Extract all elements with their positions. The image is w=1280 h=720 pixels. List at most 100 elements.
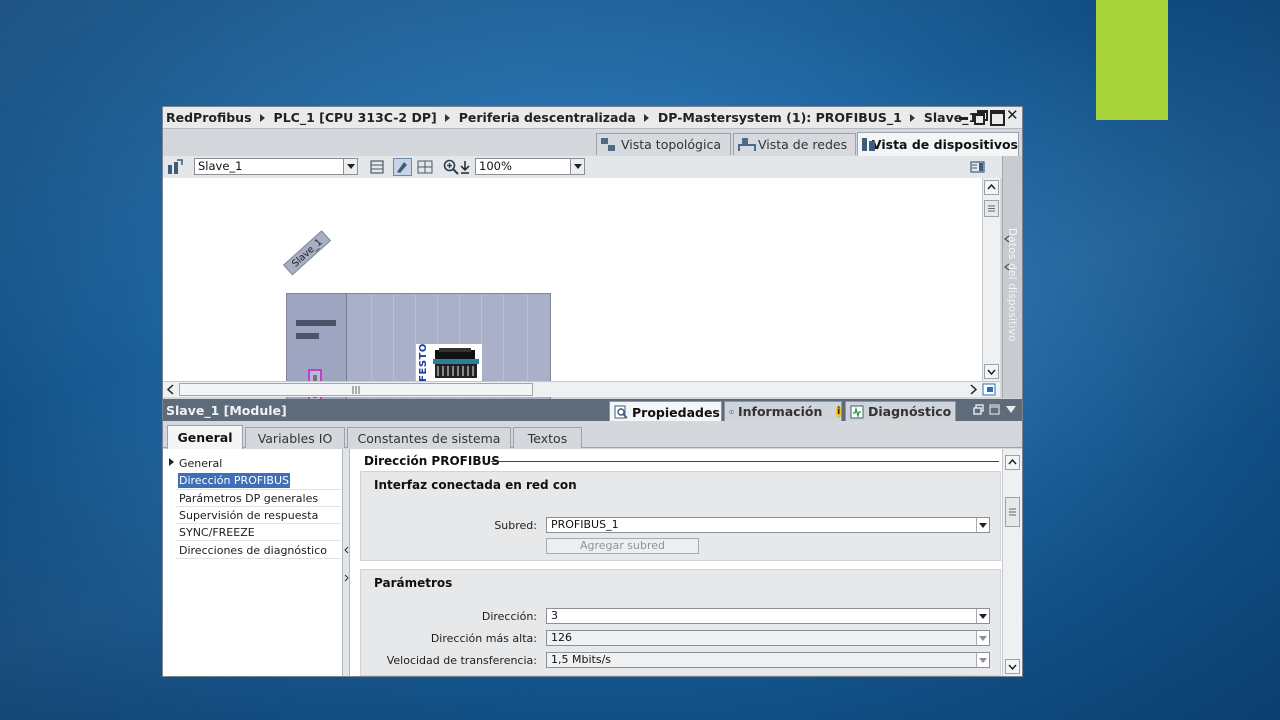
breadcrumb-item-plc[interactable]: PLC_1 [CPU 313C-2 DP] [274,110,437,125]
subnet-select[interactable]: PROFIBUS_1 [546,517,990,533]
collapse-panel-icon[interactable] [1005,404,1017,415]
nav-item-sync-freeze[interactable]: SYNC/FREEZE [178,525,256,540]
close-icon[interactable]: ✕ [1006,108,1019,123]
transfer-speed-select: 1,5 Mbits/s [546,652,990,668]
highest-address-value: 126 [551,631,572,644]
breadcrumb-item-project[interactable]: RedProfibus [166,110,252,125]
terminal-block-icon [431,346,481,380]
nav-item-profibus-address[interactable]: Dirección PROFIBUS [176,472,292,489]
chevron-down-icon[interactable] [570,159,584,174]
info-badge-icon: i [836,405,841,418]
float-panel-icon[interactable] [973,404,984,415]
slave-tag[interactable]: Slave_1 [283,230,332,276]
chevron-down-icon[interactable] [343,159,357,174]
chevron-down-icon [976,631,989,645]
zoom-in-icon[interactable] [443,159,459,175]
device-overview-icon[interactable] [167,159,183,175]
festo-module-image[interactable]: FESTO [416,343,482,382]
section-divider [491,461,999,462]
minimize-icon[interactable] [958,110,969,121]
transfer-speed-label: Velocidad de transferencia: [386,654,537,667]
splitter-arrows-icon[interactable] [344,545,349,585]
network-icon [738,138,756,151]
breadcrumb-arrow-icon [259,113,265,122]
zoom-navigator-icon[interactable] [982,383,996,396]
expand-arrow-icon[interactable] [169,458,174,466]
tab-label: Vista de dispositivos [871,137,1018,152]
address-select[interactable]: 3 [546,608,990,624]
inspector-title-bar: Slave_1 [Module] Propiedades Información… [163,399,1022,422]
nav-divider [176,558,341,559]
tab-label: Diagnóstico [868,404,952,419]
subnet-label: Subred: [494,519,537,532]
section-title: Dirección PROFIBUS [364,454,500,468]
group-title: Interfaz conectada en red con [374,478,577,492]
window-controls: ✕ [958,108,1019,126]
group-parameters: Parámetros Dirección: 3 Dirección más al… [360,569,1001,676]
device-select[interactable]: Slave_1 [194,158,358,175]
tab-information[interactable]: Información i [724,401,842,421]
diagnostics-icon [850,405,864,419]
scroll-up-button[interactable] [1005,455,1020,470]
tab-system-constants[interactable]: Constantes de sistema [347,427,511,448]
device-data-side-panel[interactable]: Datos del dispositivo [1002,156,1022,398]
zoom-select[interactable]: 100% [475,158,585,175]
nav-divider [176,489,341,490]
page-layout-icon[interactable] [369,159,385,175]
scroll-thumb[interactable] [1005,497,1020,527]
chevron-down-icon[interactable] [976,518,989,532]
properties-icon [614,405,628,419]
property-sub-tabs: General Variables IO Constantes de siste… [163,421,1022,449]
nav-divider [176,540,341,541]
device-canvas[interactable]: Slave_1 FESTO [163,178,982,431]
canvas-vertical-scrollbar[interactable] [982,178,1000,381]
topology-icon [601,138,615,151]
panel-toggle-icon[interactable] [970,159,986,175]
horizontal-scroll-thumb[interactable] [179,383,533,396]
nav-item-general[interactable]: General [178,456,223,471]
tab-properties[interactable]: Propiedades [609,401,722,422]
grid-icon[interactable] [417,159,433,175]
restore-icon[interactable] [974,110,988,125]
nav-item-dp-parameters[interactable]: Parámetros DP generales [178,491,319,506]
scroll-left-icon[interactable] [166,384,176,395]
tia-portal-window: RedProfibus PLC_1 [CPU 313C-2 DP] Perife… [162,106,1023,677]
view-tabs: Vista topológica Vista de redes Vista de… [163,130,1022,156]
information-icon [729,409,734,414]
tab-label: Información [737,404,823,419]
property-navigation: General Dirección PROFIBUS Parámetros DP… [163,449,343,676]
scroll-down-button[interactable] [1005,659,1020,674]
zoom-arrow-icon[interactable] [460,159,470,175]
tab-diagnostics[interactable]: Diagnóstico [845,401,956,421]
chevron-down-icon[interactable] [976,609,989,623]
module-label-bar [296,333,319,339]
tab-texts[interactable]: Textos [513,427,582,448]
scroll-thumb[interactable] [984,200,999,217]
maximize-icon[interactable] [990,110,1005,126]
scroll-down-button[interactable] [984,364,999,379]
tab-label: Vista topológica [621,137,721,152]
tab-label: Vista de redes [758,137,848,152]
tab-topology-view[interactable]: Vista topológica [596,133,731,155]
module-label-bar [296,320,336,326]
nav-item-diagnostic-addresses[interactable]: Direcciones de diagnóstico [178,543,328,558]
maximize-panel-icon[interactable] [989,404,1000,415]
tab-general[interactable]: General [167,425,243,449]
breadcrumb-item-periphery[interactable]: Periferia descentralizada [459,110,636,125]
address-value: 3 [551,609,558,622]
scroll-up-button[interactable] [984,180,999,195]
content-vertical-scrollbar[interactable] [1002,449,1022,676]
tab-network-view[interactable]: Vista de redes [733,133,856,155]
navigation-splitter[interactable] [343,449,350,676]
scroll-right-icon[interactable] [968,384,978,395]
nav-item-response-supervision[interactable]: Supervisión de respuesta [178,508,319,523]
pointer-tool-icon[interactable] [393,158,412,176]
tab-device-view[interactable]: Vista de dispositivos [857,132,1019,156]
side-panel-label[interactable]: Datos del dispositivo [1006,228,1018,342]
breadcrumb-item-mastersystem[interactable]: DP-Mastersystem (1): PROFIBUS_1 [658,110,902,125]
highest-address-label: Dirección más alta: [430,632,537,645]
canvas-horizontal-scrollbar[interactable] [163,381,1000,397]
tab-io-variables[interactable]: Variables IO [245,427,345,448]
highest-address-select: 126 [546,630,990,646]
inspector-window-controls [973,404,1017,415]
